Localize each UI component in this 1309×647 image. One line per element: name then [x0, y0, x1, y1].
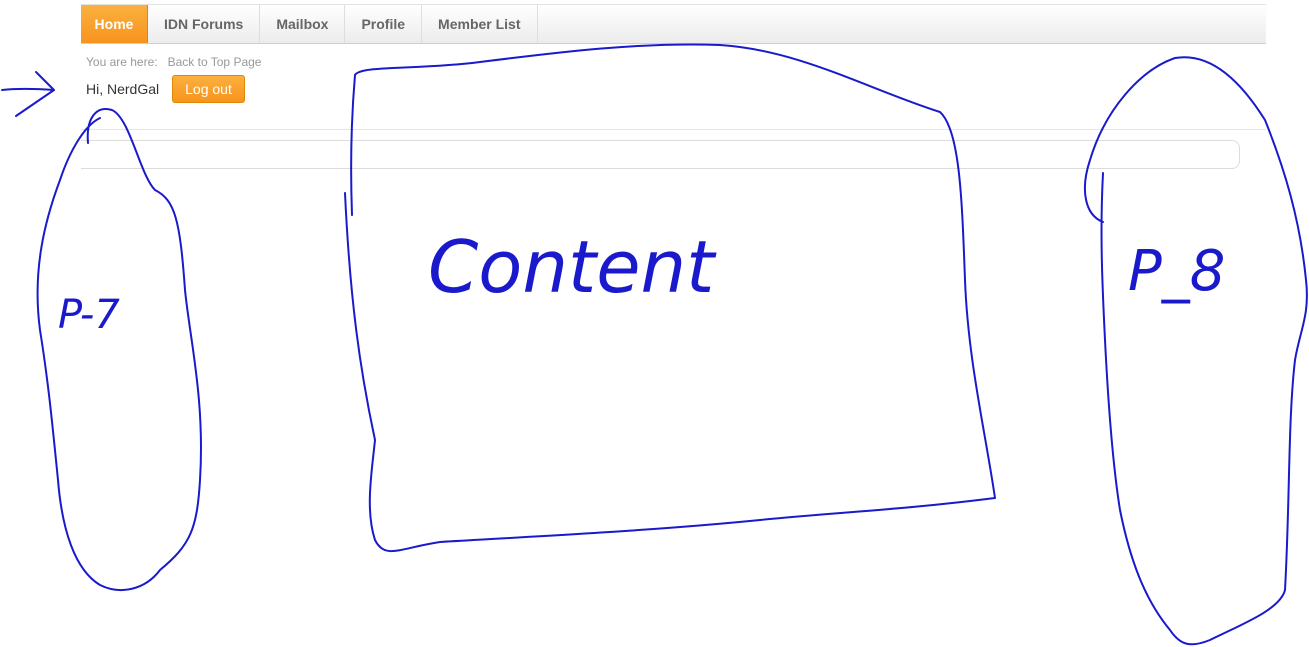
logout-button[interactable]: Log out: [172, 75, 245, 103]
divider: [81, 129, 1266, 130]
nav-profile[interactable]: Profile: [345, 5, 423, 43]
nav-idn-forums[interactable]: IDN Forums: [148, 5, 261, 43]
nav-home[interactable]: Home: [81, 5, 148, 43]
breadcrumb-prefix: You are here:: [86, 55, 158, 69]
main-nav: Home IDN Forums Mailbox Profile Member L…: [81, 4, 1266, 44]
right-region-label: P_8: [1128, 239, 1225, 304]
content-region-label: Content: [428, 225, 717, 309]
breadcrumb-top-link[interactable]: Back to Top Page: [168, 55, 262, 69]
left-region-label: P-7: [58, 292, 120, 338]
nav-member-list[interactable]: Member List: [422, 5, 538, 43]
empty-bar: [81, 140, 1240, 169]
content-region-sketch: [344, 43, 996, 553]
breadcrumb: You are here: Back to Top Page: [86, 55, 261, 69]
nav-mailbox[interactable]: Mailbox: [260, 5, 346, 43]
user-greeting: Hi, NerdGal: [86, 81, 160, 97]
left-region-sketch: [36, 108, 203, 591]
arrow-annotation: [1, 71, 55, 117]
